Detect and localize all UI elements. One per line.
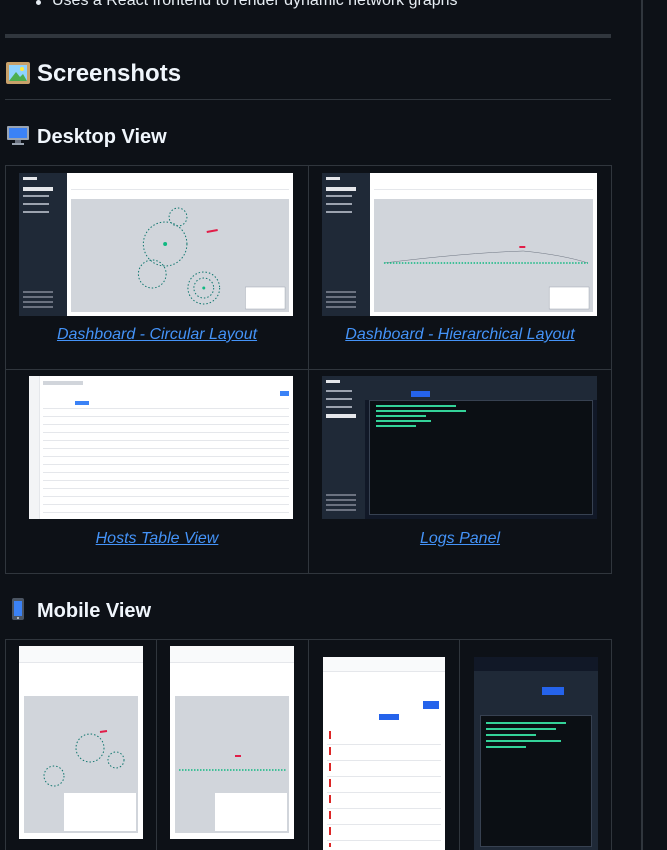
app-sidebar: [19, 173, 67, 316]
logs-panel-screenshot[interactable]: [322, 376, 597, 519]
app-sidebar: [322, 376, 365, 519]
mobile-hierarchical-cell: [156, 639, 309, 850]
mobile-table-screenshot[interactable]: [323, 657, 445, 850]
scrollbar[interactable]: [641, 0, 643, 850]
mobile-screenshots-table: [5, 639, 612, 850]
logs-panel-link[interactable]: Logs Panel: [309, 530, 611, 548]
heading-underline: [5, 99, 611, 100]
hierarchical-layout-cell: Dashboard - Hierarchical Layout: [308, 165, 612, 370]
mobile-graph: [179, 755, 287, 831]
logs-panel-cell: Logs Panel: [308, 369, 612, 574]
mobile-logs-cell: [459, 639, 612, 850]
hosts-table-link[interactable]: Hosts Table View: [6, 530, 308, 548]
network-graph-hierarchical: [383, 246, 590, 310]
network-graph-circular: [137, 207, 286, 310]
framed-picture-icon: [6, 62, 30, 84]
screenshots-heading: Screenshots: [5, 60, 181, 88]
circular-layout-link[interactable]: Dashboard - Circular Layout: [6, 326, 308, 344]
circular-layout-screenshot[interactable]: [19, 173, 293, 316]
mobile-table-cell: [308, 639, 460, 850]
app-sidebar: [322, 173, 370, 316]
horizontal-rule: [5, 34, 611, 38]
desktop-computer-icon: [7, 126, 29, 145]
hierarchical-layout-screenshot[interactable]: [322, 173, 597, 316]
screenshots-heading-text: Screenshots: [37, 60, 182, 87]
mobile-graph: [43, 730, 136, 831]
desktop-screenshots-table: Dashboard - Circular Layout Dashboard - …: [5, 165, 612, 574]
hosts-table-screenshot[interactable]: [29, 376, 293, 519]
mobile-view-heading-text: Mobile View: [37, 600, 152, 622]
feature-bullet: Uses a React frontend to render dynamic …: [36, 0, 458, 10]
mobile-view-heading: Mobile View: [5, 597, 151, 623]
mobile-phone-icon: [12, 598, 24, 620]
desktop-view-heading-text: Desktop View: [37, 126, 167, 148]
mobile-circular-cell: [5, 639, 157, 850]
hosts-table-cell: Hosts Table View: [5, 369, 309, 574]
mobile-logs-screenshot[interactable]: [474, 657, 598, 850]
hierarchical-layout-link[interactable]: Dashboard - Hierarchical Layout: [309, 326, 611, 344]
mobile-circular-screenshot[interactable]: [19, 646, 143, 839]
readme-content: Uses a React frontend to render dynamic …: [0, 0, 640, 850]
desktop-view-heading: Desktop View: [5, 123, 167, 149]
mobile-hierarchical-screenshot[interactable]: [170, 646, 294, 839]
circular-layout-cell: Dashboard - Circular Layout: [5, 165, 309, 370]
